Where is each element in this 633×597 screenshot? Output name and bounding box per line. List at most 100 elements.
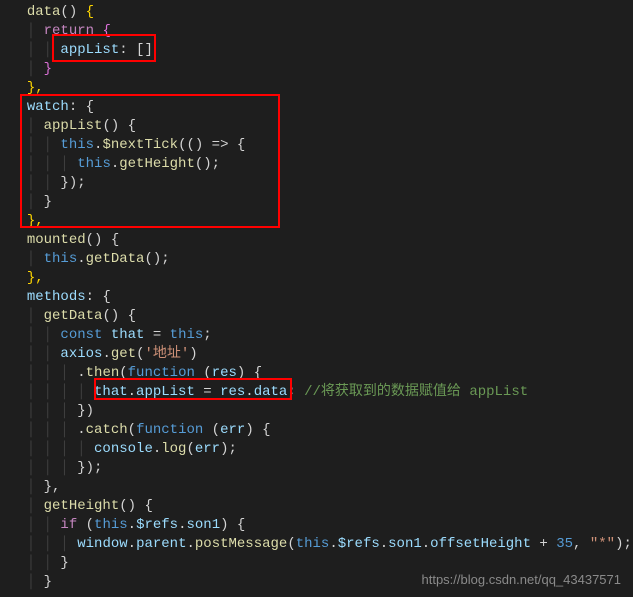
token: }) (77, 403, 94, 419)
token: getData (86, 251, 145, 267)
token: ( (186, 441, 194, 457)
token: }, (27, 270, 44, 286)
token: window (77, 536, 127, 552)
token: return (44, 23, 94, 39)
code-line: │ │ if (this.$refs.son1) { (10, 516, 633, 535)
code-line: │ │ appList: [] (10, 41, 633, 60)
code-editor: data() { │ return { │ │ appList: [] │ } … (0, 0, 633, 592)
token: }, (44, 479, 61, 495)
token: err (195, 441, 220, 457)
token: that (94, 384, 128, 400)
token: appList (60, 42, 119, 58)
token: (); (144, 251, 169, 267)
token: ) { (220, 517, 245, 533)
token: ) { (245, 422, 270, 438)
token: this (296, 536, 330, 552)
token: parent (136, 536, 186, 552)
token: "*" (590, 536, 615, 552)
token: ); (615, 536, 632, 552)
code-line: │ │ this.$nextTick(() => { (10, 136, 633, 155)
code-line: │ │ │ }) (10, 402, 633, 421)
token: : [] (119, 42, 153, 58)
token: appList (136, 384, 195, 400)
token: (() => { (178, 137, 245, 153)
code-line: │ │ │ │ console.log(err); (10, 440, 633, 459)
code-line: }, (10, 269, 633, 288)
token: : { (86, 289, 111, 305)
token: = (195, 384, 220, 400)
token: $nextTick (102, 137, 178, 153)
token: { (86, 4, 94, 20)
code-line: │ getHeight() { (10, 497, 633, 516)
token: . (128, 536, 136, 552)
token: getHeight (44, 498, 120, 514)
token: appList (44, 118, 103, 134)
token: . (128, 384, 136, 400)
token: . (77, 251, 85, 267)
code-line: mounted() { (10, 231, 633, 250)
token: this (94, 517, 128, 533)
token: const (60, 327, 102, 343)
token: offsetHeight (430, 536, 531, 552)
token: . (380, 536, 388, 552)
code-line: │ │ }); (10, 174, 633, 193)
token: console (94, 441, 153, 457)
token: getData (44, 308, 103, 324)
token: this (44, 251, 78, 267)
code-line: │ │ │ this.getHeight(); (10, 155, 633, 174)
token: ; (203, 327, 211, 343)
code-line: }, (10, 212, 633, 231)
token: this (60, 137, 94, 153)
token: . (422, 536, 430, 552)
code-line: methods: { (10, 288, 633, 307)
token: log (161, 441, 186, 457)
token: function (128, 365, 195, 381)
token: () (60, 4, 85, 20)
code-line: data() { (10, 3, 633, 22)
token: ( (287, 536, 295, 552)
comment: //将获取到的数据赋值给 appList (304, 384, 528, 400)
token: }); (77, 460, 102, 476)
token: getHeight (119, 156, 195, 172)
code-line: │ appList() { (10, 117, 633, 136)
token: function (136, 422, 203, 438)
token: . (186, 536, 194, 552)
code-line: │ │ │ }); (10, 459, 633, 478)
token: axios (60, 346, 102, 362)
token: }, (27, 80, 44, 96)
token: ( (203, 422, 220, 438)
token: this (77, 156, 111, 172)
token: } (60, 555, 68, 571)
token: } (44, 194, 52, 210)
token: err (220, 422, 245, 438)
token: $refs (338, 536, 380, 552)
token: son1 (186, 517, 220, 533)
code-line: │ │ const that = this; (10, 326, 633, 345)
token: . (77, 365, 85, 381)
token: this (170, 327, 204, 343)
code-line: │ │ │ │ that.appList = res.data; //将获取到的… (10, 383, 633, 402)
token: data (27, 4, 61, 20)
token: ( (119, 365, 127, 381)
code-line: │ return { (10, 22, 633, 41)
code-line: │ } (10, 193, 633, 212)
token: . (245, 384, 253, 400)
token: . (77, 422, 85, 438)
token: + (531, 536, 556, 552)
token: = (144, 327, 169, 343)
token: : { (69, 99, 94, 115)
code-line: │ │ │ window.parent.postMessage(this.$re… (10, 535, 633, 554)
token: () { (102, 308, 136, 324)
token: methods (27, 289, 86, 305)
token: . (111, 156, 119, 172)
code-line: │ getData() { (10, 307, 633, 326)
token: 35 (556, 536, 573, 552)
token: . (128, 517, 136, 533)
token: res (220, 384, 245, 400)
token: postMessage (195, 536, 287, 552)
token: ); (220, 441, 237, 457)
code-line: watch: { (10, 98, 633, 117)
code-line: │ } (10, 60, 633, 79)
token: ; (287, 384, 295, 400)
token: () { (119, 498, 153, 514)
